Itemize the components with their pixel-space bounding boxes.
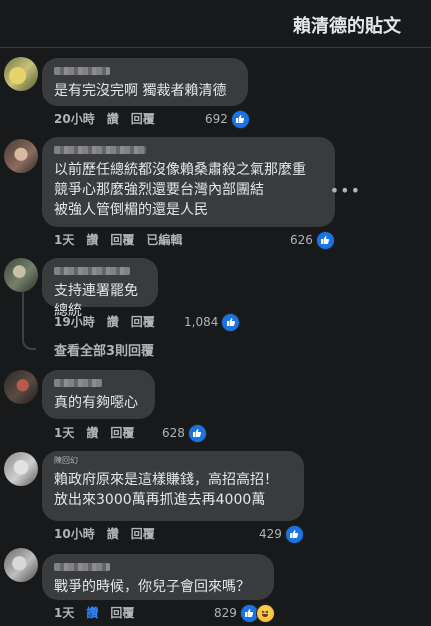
comment-time[interactable]: 10小時 <box>54 525 95 543</box>
reply-button[interactable]: 回覆 <box>110 424 134 442</box>
comment-actions: 10小時讚回覆 <box>54 525 155 543</box>
like-button[interactable]: 讚 <box>86 424 98 442</box>
comment-actions: 20小時讚回覆 <box>54 110 155 128</box>
avatar[interactable] <box>4 370 38 404</box>
reaction-summary[interactable]: 628 <box>162 423 207 443</box>
avatar[interactable] <box>4 548 38 582</box>
comment-bubble: 陳回幻 賴政府原來是這樣賺錢，高招高招！ 放出來3000萬再抓進去再4000萬 <box>42 451 304 521</box>
author-name-partial[interactable]: 陳回幻 <box>54 456 292 466</box>
comment-text: 以前歷任總統都沒像賴桑肅殺之氣那麼重 競爭心那麼強烈還要台灣內部團結 被強人管倒… <box>54 162 306 218</box>
page-header: 賴清德的貼文 <box>0 0 431 48</box>
comment-time[interactable]: 20小時 <box>54 110 95 128</box>
comment-actions: 1天讚回覆 <box>54 424 134 442</box>
comment-time[interactable]: 1天 <box>54 424 74 442</box>
comment-time[interactable]: 1天 <box>54 231 74 249</box>
author-name-blurred[interactable] <box>54 146 146 154</box>
more-horizontal-icon[interactable]: ••• <box>330 181 361 200</box>
comment-bubble: 是有完沒完啊 獨裁者賴清德 <box>42 58 248 106</box>
comment-text: 真的有夠噁心 <box>54 395 138 411</box>
reaction-count: 829 <box>214 606 237 620</box>
reaction-summary[interactable]: 626 <box>290 230 335 250</box>
reaction-count: 1,084 <box>184 315 219 329</box>
comment-actions: 1天讚回覆 已編輯 <box>54 231 182 249</box>
thumbs-up-icon <box>315 230 335 250</box>
author-name-blurred[interactable] <box>54 267 130 275</box>
comment-bubble: 真的有夠噁心 <box>42 370 155 419</box>
comment-actions: 19小時讚回覆 <box>54 313 155 331</box>
reaction-count: 692 <box>205 112 228 126</box>
comment-text: 戰爭的時候，你兒子會回來嗎？ <box>54 579 250 595</box>
comment-actions: 1天讚回覆 <box>54 604 134 622</box>
thumbs-up-icon <box>221 312 241 332</box>
author-name-blurred[interactable] <box>54 563 110 571</box>
thumbs-up-icon <box>187 423 207 443</box>
reply-button[interactable]: 回覆 <box>131 525 155 543</box>
reply-button[interactable]: 回覆 <box>110 604 134 622</box>
haha-emoji-icon <box>255 603 275 623</box>
like-button[interactable]: 讚 <box>86 604 98 622</box>
like-button[interactable]: 讚 <box>107 525 119 543</box>
reply-button[interactable]: 回覆 <box>110 231 134 249</box>
page-title: 賴清德的貼文 <box>293 16 401 37</box>
comment-time[interactable]: 1天 <box>54 604 74 622</box>
reaction-count: 626 <box>290 233 313 247</box>
comment-text: 是有完沒完啊 獨裁者賴清德 <box>54 83 227 99</box>
author-name-blurred[interactable] <box>54 379 102 387</box>
like-button[interactable]: 讚 <box>107 110 119 128</box>
thumbs-up-icon <box>284 524 304 544</box>
comment-bubble: 支持連署罷免總統 <box>42 258 158 319</box>
view-replies-link[interactable]: 查看全部3則回覆 <box>54 340 154 359</box>
reply-thread-line <box>22 292 36 350</box>
avatar[interactable] <box>4 452 38 486</box>
comment-bubble: 戰爭的時候，你兒子會回來嗎？ <box>42 554 274 600</box>
author-name-blurred[interactable] <box>54 67 110 75</box>
avatar[interactable] <box>4 139 38 173</box>
reply-button[interactable]: 回覆 <box>131 110 155 128</box>
comment-text: 賴政府原來是這樣賺錢，高招高招！ 放出來3000萬再抓進去再4000萬 <box>54 472 278 508</box>
reaction-count: 429 <box>259 527 282 541</box>
comment-time[interactable]: 19小時 <box>54 313 95 331</box>
edited-label: 已編輯 <box>146 233 183 247</box>
like-button[interactable]: 讚 <box>107 313 119 331</box>
reaction-summary[interactable]: 429 <box>259 524 304 544</box>
like-button[interactable]: 讚 <box>86 231 98 249</box>
avatar[interactable] <box>4 258 38 292</box>
comment-bubble: 以前歷任總統都沒像賴桑肅殺之氣那麼重 競爭心那麼強烈還要台灣內部團結 被強人管倒… <box>42 137 335 227</box>
reaction-summary[interactable]: 1,084 <box>184 312 241 332</box>
reply-button[interactable]: 回覆 <box>131 313 155 331</box>
reaction-count: 628 <box>162 426 185 440</box>
reaction-summary[interactable]: 829 <box>214 603 275 623</box>
thumbs-up-icon <box>230 109 250 129</box>
avatar[interactable] <box>4 57 38 91</box>
reaction-summary[interactable]: 692 <box>205 109 250 129</box>
